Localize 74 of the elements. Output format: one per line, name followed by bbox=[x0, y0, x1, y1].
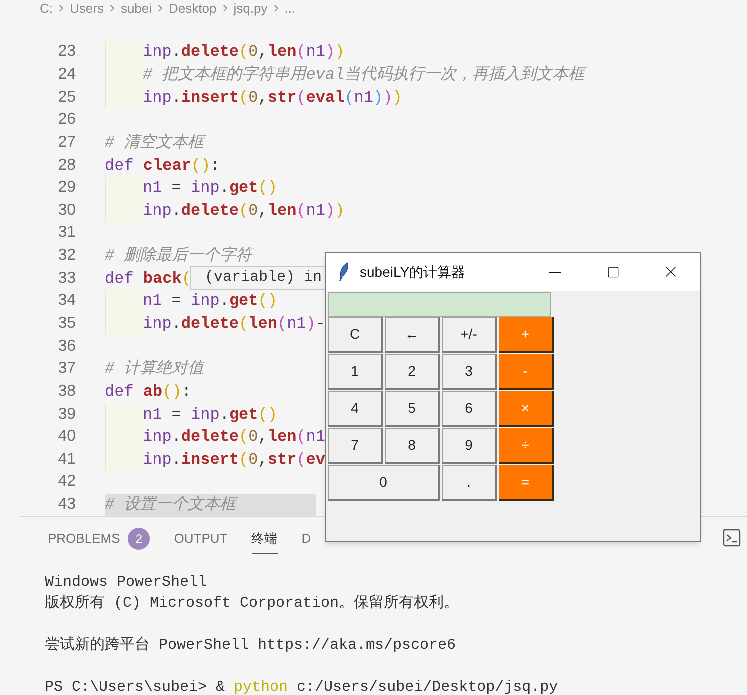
line-number: 23 bbox=[57, 44, 76, 60]
count-badge: 2 bbox=[128, 528, 150, 550]
calculator-key[interactable]: +/- bbox=[442, 317, 497, 353]
line-number: 27 bbox=[57, 134, 76, 151]
code-line: inp.delete(0,len(n1 bbox=[143, 427, 326, 448]
line-number: 28 bbox=[57, 158, 76, 174]
code-line: def clear(): bbox=[105, 156, 220, 177]
line-number: 33 bbox=[57, 270, 76, 287]
calculator-key[interactable]: 2 bbox=[385, 354, 440, 390]
terminal-line: Windows PowerShell bbox=[45, 574, 208, 591]
line-number: 38 bbox=[57, 384, 76, 400]
line-number: 24 bbox=[57, 66, 76, 83]
code-line: # 清空文本框 bbox=[105, 132, 204, 154]
panel-tab[interactable]: OUTPUT bbox=[174, 524, 228, 554]
calculator-key[interactable]: 1 bbox=[328, 354, 383, 390]
indent-guide bbox=[105, 312, 143, 336]
window-title: subeiLY的计算器 bbox=[360, 262, 466, 282]
calculator-key[interactable]: ← bbox=[385, 317, 440, 353]
display-field[interactable] bbox=[328, 292, 551, 317]
line-number: 36 bbox=[57, 338, 76, 355]
code-line: inp.insert(0,str(ev bbox=[143, 450, 326, 471]
line-number: 31 bbox=[57, 225, 76, 242]
indent-guide bbox=[105, 448, 143, 472]
calculator-key[interactable]: 8 bbox=[385, 428, 440, 464]
code-line: # 把文本框的字符串用eval当代码执行一次，再插入到文本框 bbox=[143, 64, 585, 86]
calculator-key[interactable]: . bbox=[442, 465, 497, 501]
feather-icon bbox=[338, 262, 350, 282]
line-number: 26 bbox=[57, 112, 76, 128]
panel-tab[interactable]: D bbox=[302, 524, 312, 554]
line-number: 29 bbox=[57, 180, 76, 196]
indent-guide bbox=[105, 403, 143, 426]
code-line: n1 = inp.get() bbox=[143, 178, 278, 200]
line-number: 32 bbox=[57, 248, 76, 264]
code-line: # 计算绝对值 bbox=[105, 358, 204, 380]
indent-guide bbox=[105, 86, 143, 109]
line-number: 30 bbox=[57, 202, 76, 219]
line-number: 41 bbox=[57, 452, 76, 468]
line-number: 34 bbox=[57, 293, 76, 310]
code-line: n1 = inp.get() bbox=[143, 291, 278, 312]
calculator-key[interactable]: 5 bbox=[385, 391, 440, 427]
calculator-key[interactable]: 0 bbox=[328, 465, 440, 501]
calculator-key[interactable]: 9 bbox=[442, 428, 497, 464]
calculator-key[interactable]: 7 bbox=[328, 428, 383, 464]
code-line: inp.insert(0,str(eval(n1))) bbox=[143, 88, 402, 109]
code-line: def back( bbox=[105, 268, 192, 290]
code-line: inp.delete(0,len(n1)) bbox=[143, 42, 345, 64]
line-number: 39 bbox=[57, 406, 76, 423]
code-line: inp.delete(len(n1)- bbox=[143, 314, 326, 336]
calculator-key[interactable]: 4 bbox=[328, 391, 383, 427]
panel-tab[interactable]: PROBLEMS 2 bbox=[48, 524, 150, 554]
terminal-line: PS C:\Users\subei> & python c:/Users/subei/Desktop/jsq.py bbox=[45, 679, 558, 695]
terminal-icon[interactable] bbox=[723, 529, 741, 547]
indent-guide bbox=[105, 199, 143, 222]
line-number: 40 bbox=[57, 429, 76, 446]
maximize-icon bbox=[606, 266, 620, 278]
code-line: # 删除最后一个字符 bbox=[105, 246, 252, 268]
code-line: n1 = inp.get() bbox=[143, 404, 278, 426]
calculator-key[interactable]: 3 bbox=[442, 354, 497, 390]
calculator-key[interactable]: C bbox=[328, 317, 383, 353]
terminal-line: 尝试新的跨平台 PowerShell https://aka.ms/pscore6 bbox=[45, 637, 456, 654]
panel-tab[interactable]: 终端 bbox=[252, 524, 278, 554]
line-number: 25 bbox=[57, 90, 76, 106]
line-number: 42 bbox=[57, 474, 76, 490]
indent-guide bbox=[105, 176, 143, 200]
line-number: 37 bbox=[57, 361, 76, 378]
indent-guide bbox=[105, 41, 143, 64]
line-number: 35 bbox=[57, 316, 76, 332]
code-line: def ab(): bbox=[105, 382, 192, 403]
line-number: 43 bbox=[57, 497, 76, 514]
terminal-line: 版权所有 (C) Microsoft Corporation。保留所有权利。 bbox=[45, 595, 460, 612]
code-line: inp.delete(0,len(n1)) bbox=[143, 200, 345, 222]
tooltip-text: (variable) in bbox=[205, 268, 322, 288]
calculator-key[interactable]: 6 bbox=[442, 391, 497, 427]
indent-guide bbox=[105, 290, 143, 313]
